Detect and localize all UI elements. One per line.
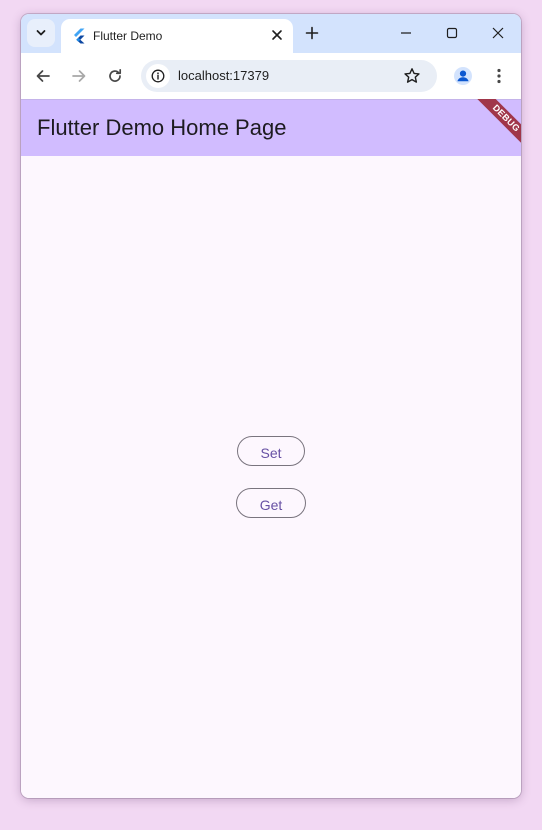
minimize-button[interactable] (396, 23, 416, 43)
minimize-icon (401, 32, 411, 34)
flutter-logo-icon (74, 28, 85, 44)
maximize-icon (446, 27, 458, 39)
account-icon (454, 67, 472, 85)
debug-banner: DEBUG (461, 99, 521, 159)
arrow-right-icon (72, 70, 86, 82)
get-button[interactable]: Get (236, 488, 306, 518)
reload-icon (109, 68, 122, 82)
site-info-button[interactable] (146, 64, 170, 88)
set-button[interactable]: Set (237, 436, 305, 466)
close-icon (492, 27, 504, 39)
reload-button[interactable] (103, 64, 127, 88)
page-title: Flutter Demo Home Page (37, 115, 287, 140)
profile-button[interactable] (451, 64, 475, 88)
tab-title: Flutter Demo (93, 29, 163, 43)
app-body: Set Get (21, 156, 521, 798)
close-window-button[interactable] (488, 23, 508, 43)
active-tab[interactable]: Flutter Demo (61, 19, 293, 53)
tab-strip: Flutter Demo (21, 14, 521, 53)
plus-icon (305, 26, 319, 40)
url-text: localhost:17379 (178, 68, 270, 83)
maximize-button[interactable] (442, 23, 462, 43)
address-bar[interactable]: localhost:17379 (141, 60, 437, 92)
star-icon (404, 68, 420, 83)
bookmark-button[interactable] (401, 65, 423, 87)
forward-button[interactable] (67, 64, 91, 88)
browser-menu-button[interactable] (487, 64, 511, 88)
close-tab-button[interactable] (269, 27, 285, 43)
browser-toolbar: localhost:17379 (21, 53, 521, 99)
browser-window: Flutter Demo localhost:17379 Flutter Dem… (21, 14, 521, 798)
more-vertical-icon (497, 68, 501, 84)
tab-search-button[interactable] (27, 19, 55, 47)
debug-banner-label: DEBUG (471, 99, 521, 153)
arrow-left-icon (36, 70, 50, 82)
back-button[interactable] (31, 64, 55, 88)
info-icon (151, 69, 165, 83)
app-bar: Flutter Demo Home Page (21, 99, 521, 156)
chevron-down-icon (36, 30, 46, 36)
new-tab-button[interactable] (302, 23, 322, 43)
close-icon (272, 30, 282, 40)
